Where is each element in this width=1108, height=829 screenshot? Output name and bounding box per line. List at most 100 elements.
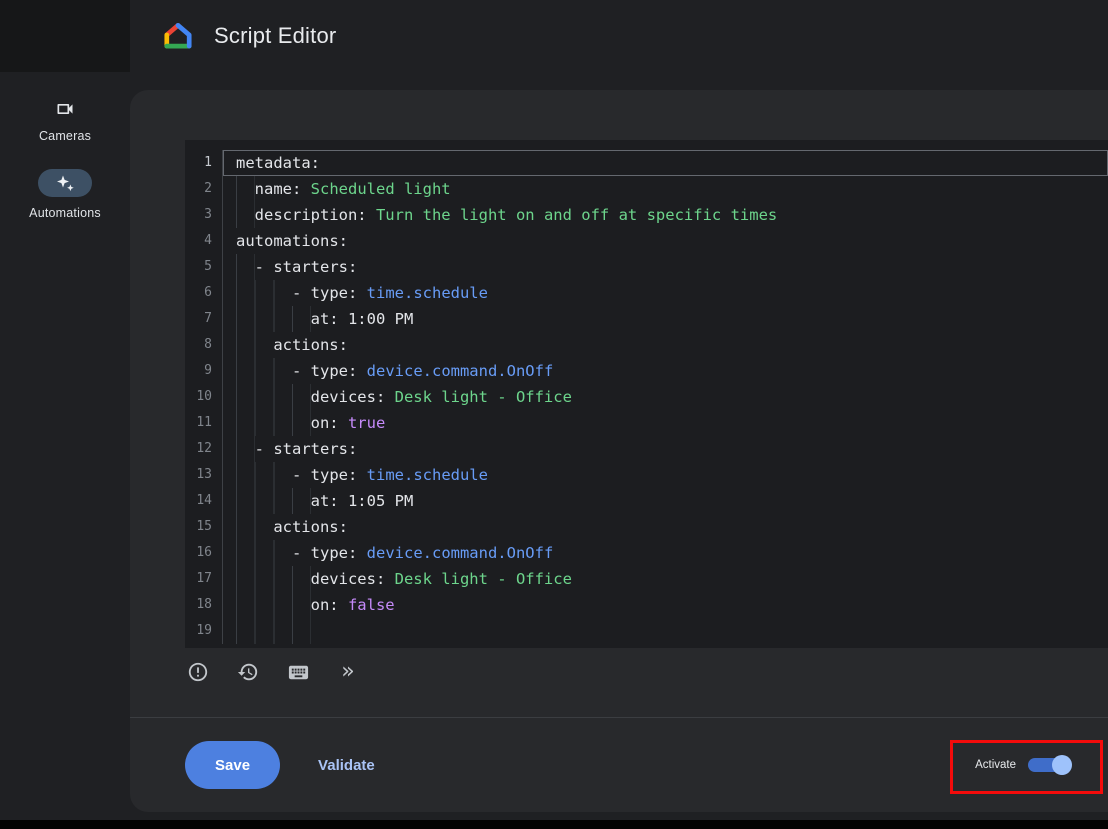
code-line[interactable]: 4automations:: [185, 228, 1108, 254]
sidebar-item-label: Cameras: [39, 129, 91, 143]
videocam-icon: [55, 98, 75, 120]
indent-guides: [236, 332, 273, 358]
indent-guides: [236, 202, 255, 228]
code-line-content: on: true: [223, 410, 1108, 436]
indent-guides: [236, 410, 311, 436]
code-line[interactable]: 1metadata:: [185, 150, 1108, 176]
line-number: 12: [185, 436, 223, 462]
sidebar-item-label: Automations: [29, 206, 101, 220]
code-line[interactable]: 15actions:: [185, 514, 1108, 540]
validate-button[interactable]: Validate: [318, 757, 375, 774]
indent-guides: [236, 566, 311, 592]
code-line-content: - starters:: [223, 436, 1108, 462]
indent-guides: [236, 384, 311, 410]
page-title: Script Editor: [214, 23, 336, 49]
keyboard-button[interactable]: [280, 654, 316, 690]
toggle-knob: [1052, 755, 1072, 775]
code-line[interactable]: 2name: Scheduled light: [185, 176, 1108, 202]
line-number: 7: [185, 306, 223, 332]
history-button[interactable]: [230, 654, 266, 690]
save-button[interactable]: Save: [185, 741, 280, 789]
code-line-content: on: false: [223, 592, 1108, 618]
code-line[interactable]: 11on: true: [185, 410, 1108, 436]
indent-guides: [236, 618, 311, 644]
code-line-content: devices: Desk light - Office: [223, 384, 1108, 410]
sidebar: Cameras Automations: [0, 72, 130, 817]
double-chevron-icon: »: [341, 661, 354, 683]
bottom-strip: [0, 820, 1108, 829]
code-line[interactable]: 6- type: time.schedule: [185, 280, 1108, 306]
footer-bar: Save Validate Activate: [130, 718, 1108, 812]
code-line[interactable]: 5- starters:: [185, 254, 1108, 280]
code-line-content: - type: device.command.OnOff: [223, 358, 1108, 384]
line-number: 16: [185, 540, 223, 566]
line-number: 10: [185, 384, 223, 410]
line-number: 18: [185, 592, 223, 618]
line-number: 1: [185, 150, 223, 176]
google-home-logo-icon: [162, 21, 194, 51]
line-number: 15: [185, 514, 223, 540]
code-line-content: - type: time.schedule: [223, 462, 1108, 488]
code-line-content: description: Turn the light on and off a…: [223, 202, 1108, 228]
code-line-content: - type: device.command.OnOff: [223, 540, 1108, 566]
automations-active-pill: [38, 169, 92, 197]
indent-guides: [236, 514, 273, 540]
line-number: 6: [185, 280, 223, 306]
problems-button[interactable]: [180, 654, 216, 690]
code-line[interactable]: 16- type: device.command.OnOff: [185, 540, 1108, 566]
code-line-content: - type: time.schedule: [223, 280, 1108, 306]
code-lines: 1metadata:2name: Scheduled light3descrip…: [185, 150, 1108, 644]
error-outline-icon: [187, 661, 209, 683]
sparkle-icon: [55, 173, 75, 193]
indent-guides: [236, 280, 292, 306]
code-line[interactable]: 10devices: Desk light - Office: [185, 384, 1108, 410]
indent-guides: [236, 176, 255, 202]
editor-toolbar: »: [180, 648, 366, 696]
code-line[interactable]: 7at: 1:00 PM: [185, 306, 1108, 332]
code-line[interactable]: 12- starters:: [185, 436, 1108, 462]
activate-group: Activate: [975, 754, 1072, 776]
code-line[interactable]: 3description: Turn the light on and off …: [185, 202, 1108, 228]
code-line[interactable]: 18on: false: [185, 592, 1108, 618]
code-line[interactable]: 8actions:: [185, 332, 1108, 358]
line-number: 2: [185, 176, 223, 202]
code-line-content: devices: Desk light - Office: [223, 566, 1108, 592]
code-line[interactable]: 9- type: device.command.OnOff: [185, 358, 1108, 384]
code-line[interactable]: 17devices: Desk light - Office: [185, 566, 1108, 592]
top-left-corner: [0, 0, 130, 72]
indent-guides: [236, 254, 255, 280]
indent-guides: [236, 306, 311, 332]
line-number: 8: [185, 332, 223, 358]
line-number: 4: [185, 228, 223, 254]
keyboard-icon: [287, 661, 310, 684]
screen: Script Editor Cameras Automations 1metad…: [0, 0, 1108, 829]
code-line-content: [223, 618, 1108, 644]
code-line[interactable]: 14at: 1:05 PM: [185, 488, 1108, 514]
code-line-content: metadata:: [223, 150, 1108, 176]
code-line-content: actions:: [223, 514, 1108, 540]
indent-guides: [236, 436, 255, 462]
line-number: 11: [185, 410, 223, 436]
line-number: 13: [185, 462, 223, 488]
code-line-content: automations:: [223, 228, 1108, 254]
history-icon: [237, 661, 259, 683]
code-line-content: - starters:: [223, 254, 1108, 280]
code-editor[interactable]: 1metadata:2name: Scheduled light3descrip…: [185, 140, 1108, 648]
more-tools-button[interactable]: »: [330, 654, 366, 690]
indent-guides: [236, 358, 292, 384]
sidebar-item-cameras[interactable]: Cameras: [0, 98, 130, 143]
code-line[interactable]: 19: [185, 618, 1108, 644]
line-number: 3: [185, 202, 223, 228]
code-line-content: actions:: [223, 332, 1108, 358]
code-line-content: at: 1:05 PM: [223, 488, 1108, 514]
indent-guides: [236, 462, 292, 488]
editor-panel: 1metadata:2name: Scheduled light3descrip…: [130, 90, 1108, 812]
line-number: 5: [185, 254, 223, 280]
line-number: 14: [185, 488, 223, 514]
indent-guides: [236, 488, 311, 514]
activate-toggle[interactable]: [1026, 754, 1072, 776]
app-header: Script Editor: [130, 0, 1108, 72]
sidebar-item-automations[interactable]: Automations: [0, 169, 130, 220]
activate-label: Activate: [975, 759, 1016, 771]
code-line[interactable]: 13- type: time.schedule: [185, 462, 1108, 488]
